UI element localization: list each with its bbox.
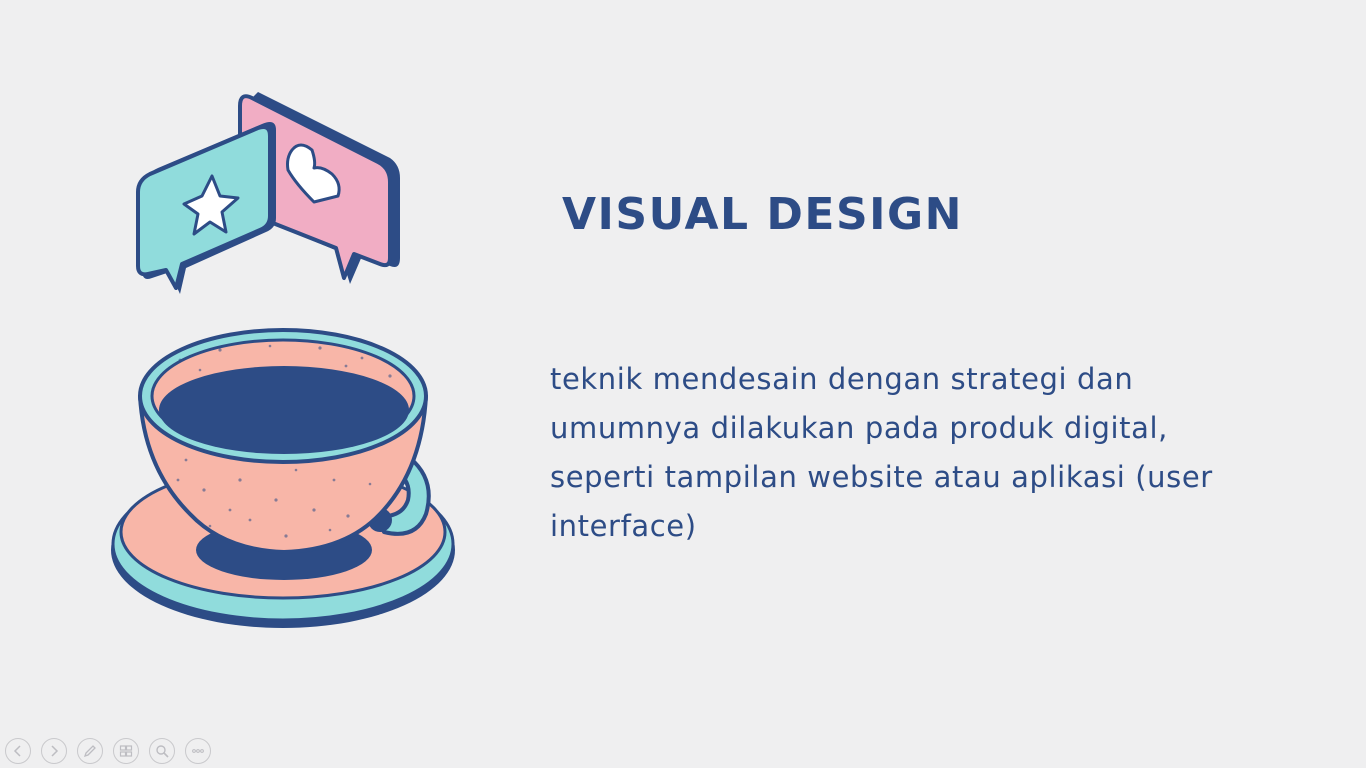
next-icon [51,745,59,757]
next-slide-button[interactable] [41,738,67,764]
zoom-button[interactable] [149,738,175,764]
pen-icon [83,745,96,758]
zoom-icon [156,745,169,758]
previous-slide-button[interactable] [5,738,31,764]
illustration [111,92,455,628]
previous-icon [13,745,21,757]
star-chat-bubble-icon [136,122,276,294]
slide-body-text: teknik mendesain dengan strategi dan umu… [550,362,1213,543]
slides-icon [119,745,133,757]
slide-title: VISUAL DESIGN [562,189,963,240]
see-all-slides-button[interactable] [113,738,139,764]
more-options-button[interactable] [185,738,211,764]
coffee-cup-icon [111,328,455,628]
presentation-controls [5,738,211,764]
more-icon [192,749,204,753]
slide: VISUAL DESIGN teknik mendesain dengan st… [0,0,1366,768]
pen-tool-button[interactable] [77,738,103,764]
